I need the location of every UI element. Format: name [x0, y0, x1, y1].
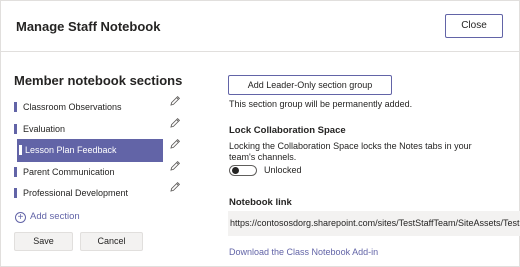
section-label: Lesson Plan Feedback: [25, 145, 117, 155]
cancel-button[interactable]: Cancel: [80, 232, 143, 251]
leader-note: This section group will be permanently a…: [229, 99, 413, 109]
section-item-parent-communication[interactable]: Parent Communication: [14, 161, 164, 183]
notebook-url-field[interactable]: https://contososdorg.sharepoint.com/site…: [228, 211, 520, 236]
lock-toggle[interactable]: [229, 165, 257, 176]
add-circle-icon: +: [15, 212, 26, 223]
download-add-in-link[interactable]: Download the Class Notebook Add-in: [229, 247, 378, 257]
section-label: Classroom Observations: [23, 102, 122, 112]
sections-heading: Member notebook sections: [14, 73, 183, 88]
add-section-link[interactable]: + Add section: [15, 210, 80, 224]
section-item-classroom-observations[interactable]: Classroom Observations: [14, 96, 164, 118]
edit-pencil-icon[interactable]: [169, 160, 181, 172]
edit-pencil-icon[interactable]: [169, 117, 181, 129]
edit-pencil-icon[interactable]: [169, 181, 181, 193]
section-item-lesson-plan-feedback[interactable]: Lesson Plan Feedback: [17, 139, 163, 162]
section-label: Professional Development: [23, 188, 129, 198]
close-button[interactable]: Close: [445, 14, 503, 38]
add-section-label: Add section: [30, 211, 80, 222]
section-marker: [14, 102, 17, 112]
section-marker: [14, 124, 17, 134]
header-divider: [0, 51, 520, 52]
section-marker: [14, 167, 17, 177]
section-marker: [19, 145, 22, 155]
section-label: Parent Communication: [23, 167, 115, 177]
notebook-link-heading: Notebook link: [229, 197, 292, 208]
section-marker: [14, 188, 17, 198]
lock-description: Locking the Collaboration Space locks th…: [229, 141, 472, 162]
save-button[interactable]: Save: [14, 232, 73, 251]
section-item-evaluation[interactable]: Evaluation: [14, 118, 164, 140]
toggle-knob: [232, 167, 239, 174]
lock-heading: Lock Collaboration Space: [229, 125, 346, 136]
edit-pencil-icon[interactable]: [169, 138, 181, 150]
add-leader-only-section-group-button[interactable]: Add Leader-Only section group: [228, 75, 392, 95]
edit-pencil-icon[interactable]: [169, 95, 181, 107]
dialog-title: Manage Staff Notebook: [16, 19, 161, 34]
section-label: Evaluation: [23, 124, 66, 134]
section-item-professional-development[interactable]: Professional Development: [14, 182, 164, 204]
lock-toggle-state: Unlocked: [264, 165, 302, 175]
